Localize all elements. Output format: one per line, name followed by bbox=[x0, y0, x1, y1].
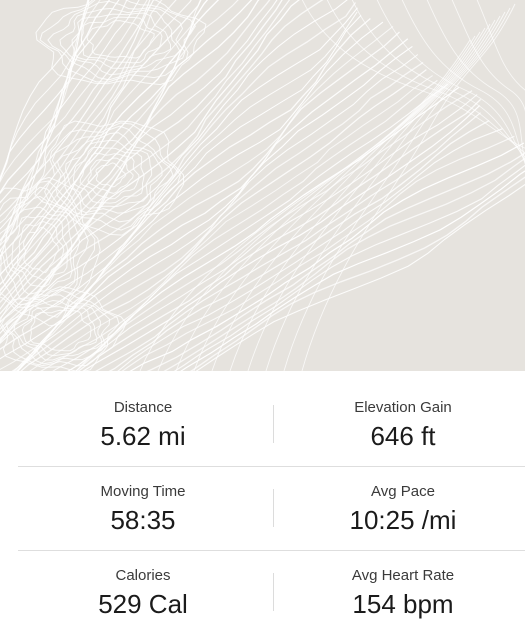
stat-avg-heart-rate-label: Avg Heart Rate bbox=[351, 567, 455, 584]
stat-distance-label: Distance bbox=[113, 399, 173, 416]
topographic-map[interactable] bbox=[0, 0, 525, 371]
vertical-divider bbox=[273, 573, 274, 611]
stat-calories-value: 529 Cal bbox=[98, 589, 188, 619]
vertical-divider bbox=[273, 489, 274, 527]
stats-row-calories: Calories 529 Cal Avg Heart Rate 154 bpm bbox=[18, 556, 525, 640]
stat-elevation-gain: Elevation Gain 646 ft bbox=[278, 388, 525, 452]
map-contour-lines bbox=[0, 0, 525, 371]
stat-avg-heart-rate-value: 154 bpm bbox=[352, 589, 454, 619]
stat-avg-pace: Avg Pace 10:25 /mi bbox=[278, 472, 525, 536]
activity-stats-panel: Distance 5.62 mi Elevation Gain 646 ft M… bbox=[0, 371, 525, 640]
stat-distance-value: 5.62 mi bbox=[100, 421, 186, 451]
stats-row-moving-time: Moving Time 58:35 Avg Pace 10:25 /mi bbox=[18, 472, 525, 556]
stat-avg-pace-value: 10:25 /mi bbox=[349, 505, 457, 535]
stat-calories: Calories 529 Cal bbox=[18, 556, 268, 620]
stat-moving-time-label: Moving Time bbox=[100, 483, 186, 500]
stat-avg-pace-label: Avg Pace bbox=[371, 483, 435, 500]
row-divider bbox=[18, 550, 525, 551]
stat-elevation-gain-value: 646 ft bbox=[370, 421, 436, 451]
stat-elevation-gain-label: Elevation Gain bbox=[354, 399, 452, 416]
row-divider bbox=[18, 466, 525, 467]
stat-moving-time: Moving Time 58:35 bbox=[18, 472, 268, 536]
stat-avg-heart-rate: Avg Heart Rate 154 bpm bbox=[278, 556, 525, 620]
vertical-divider bbox=[273, 405, 274, 443]
stat-calories-label: Calories bbox=[115, 567, 171, 584]
stat-distance: Distance 5.62 mi bbox=[18, 388, 268, 452]
stat-moving-time-value: 58:35 bbox=[110, 505, 176, 535]
stats-row-distance: Distance 5.62 mi Elevation Gain 646 ft bbox=[18, 388, 525, 472]
